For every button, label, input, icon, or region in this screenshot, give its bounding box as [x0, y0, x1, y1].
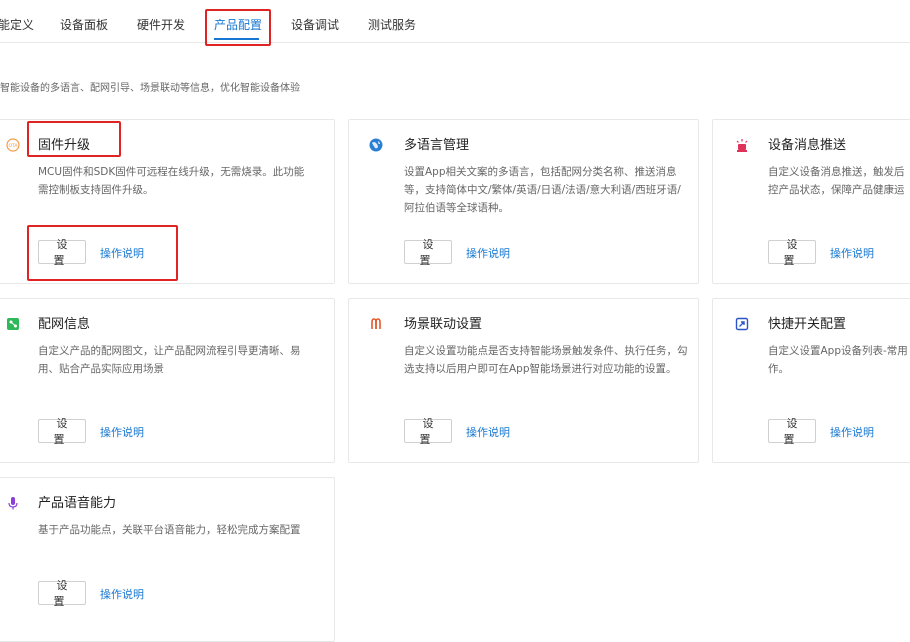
card-title: 产品语音能力: [38, 496, 117, 511]
multilanguage-settings-button[interactable]: 设置: [404, 238, 452, 267]
card-description: 自定义设置App设备列表-常用作。: [768, 345, 908, 375]
card-description: 自定义产品的配网图文，让产品配网流程引导更清晰、易用、贴合产品实际应用场景: [38, 345, 301, 375]
card-firmware-upgrade: OTA 固件升级 MCU固件和SDK固件可远程在线升级，无需烧录。此功能需控制板…: [0, 119, 335, 284]
card-voice-capability: 产品语音能力 基于产品功能点，关联平台语音能力，轻松完成方案配置 设置 操作说明: [0, 477, 335, 642]
multilanguage-help-link[interactable]: 操作说明: [466, 245, 510, 261]
tab-product-configuration[interactable]: 产品配置: [214, 16, 262, 33]
svg-text:OTA: OTA: [8, 143, 18, 149]
voice-settings-button[interactable]: 设置: [38, 579, 86, 608]
firmware-settings-button[interactable]: 设置: [38, 238, 86, 267]
card-title: 配网信息: [38, 317, 91, 332]
quick-switch-help-link[interactable]: 操作说明: [830, 424, 874, 440]
tab-function-definition[interactable]: 能定义: [0, 16, 34, 33]
microphone-icon: [6, 495, 20, 510]
scene-linkage-help-link[interactable]: 操作说明: [466, 424, 510, 440]
card-scene-linkage: 场景联动设置 自定义设置功能点是否支持智能场景触发条件、执行任务，勾选支持以后用…: [348, 298, 699, 463]
card-device-message-push: 设备消息推送 自定义设备消息推送，触发后控产品状态，保障产品健康运 设置 操作说…: [712, 119, 910, 284]
card-description: 基于产品功能点，关联平台语音能力，轻松完成方案配置: [38, 524, 301, 536]
scene-linkage-settings-button[interactable]: 设置: [404, 417, 452, 446]
card-title: 固件升级: [38, 138, 91, 153]
card-description: MCU固件和SDK固件可远程在线升级，无需烧录。此功能需控制板支持固件升级。: [38, 166, 305, 196]
card-title: 场景联动设置: [404, 317, 483, 332]
network-info-settings-button[interactable]: 设置: [38, 417, 86, 446]
scene-link-icon: [369, 316, 383, 330]
shortcut-icon: [735, 316, 749, 331]
card-title: 快捷开关配置: [768, 317, 847, 332]
message-push-settings-button[interactable]: 设置: [768, 238, 816, 267]
network-icon: [6, 316, 20, 330]
page-description: 智能设备的多语言、配网引导、场景联动等信息，优化智能设备体验: [0, 83, 300, 94]
card-description: 设置App相关文案的多语言，包括配网分类名称、推送消息等，支持简体中文/繁体/英…: [404, 166, 681, 214]
voice-help-link[interactable]: 操作说明: [100, 586, 144, 602]
card-description: 自定义设置功能点是否支持智能场景触发条件、执行任务，勾选支持以后用户即可在App…: [404, 345, 688, 375]
firmware-help-link[interactable]: 操作说明: [100, 245, 144, 261]
card-quick-switch: 快捷开关配置 自定义设置App设备列表-常用作。 设置 操作说明: [712, 298, 910, 463]
tab-device-debugging[interactable]: 设备调试: [291, 16, 339, 33]
network-info-help-link[interactable]: 操作说明: [100, 424, 144, 440]
card-network-config-info: 配网信息 自定义产品的配网图文，让产品配网流程引导更清晰、易用、贴合产品实际应用…: [0, 298, 335, 463]
card-description: 自定义设备消息推送，触发后控产品状态，保障产品健康运: [768, 166, 905, 196]
card-multilanguage: 多语言管理 设置App相关文案的多语言，包括配网分类名称、推送消息等，支持简体中…: [348, 119, 699, 284]
quick-switch-settings-button[interactable]: 设置: [768, 417, 816, 446]
globe-icon: [369, 137, 383, 152]
tab-device-panel[interactable]: 设备面板: [60, 16, 108, 33]
ota-icon: OTA: [6, 137, 20, 152]
tab-test-service[interactable]: 测试服务: [368, 16, 416, 33]
alarm-light-icon: [735, 137, 749, 152]
message-push-help-link[interactable]: 操作说明: [830, 245, 874, 261]
product-tabs: 能定义 设备面板 硬件开发 产品配置 设备调试 测试服务: [0, 0, 910, 43]
tab-hardware-development[interactable]: 硬件开发: [137, 16, 185, 33]
card-title: 多语言管理: [404, 138, 470, 153]
card-title: 设备消息推送: [768, 138, 847, 153]
active-tab-indicator: [214, 38, 259, 40]
